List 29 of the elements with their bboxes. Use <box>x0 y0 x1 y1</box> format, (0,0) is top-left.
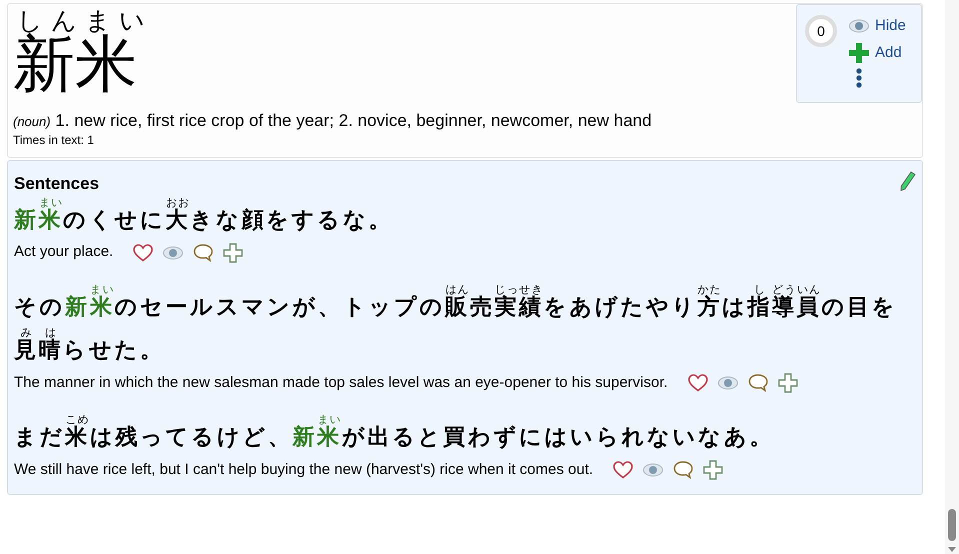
plus-icon <box>849 42 869 63</box>
eye-icon <box>849 19 869 34</box>
pencil-icon[interactable] <box>900 171 916 191</box>
plus-icon[interactable] <box>703 460 724 480</box>
heart-icon[interactable] <box>688 374 708 392</box>
eye-icon[interactable] <box>163 246 184 260</box>
japanese-sentence: まだ米 こめ は残ってるけど、新米 まい が出ると買わずにはいられないなあ。 <box>14 414 776 452</box>
times-in-text: Times in text: 1 <box>13 132 95 149</box>
more-icon[interactable] <box>856 68 862 88</box>
add-link[interactable]: Add <box>875 42 902 64</box>
speech-bubble-icon[interactable] <box>673 461 694 480</box>
section-title: Sentences <box>14 173 100 195</box>
eye-icon[interactable] <box>643 463 664 478</box>
plus-icon[interactable] <box>778 372 798 393</box>
counter: 0 <box>805 15 837 47</box>
eye-icon[interactable] <box>718 376 738 390</box>
definition: (noun) 1. new rice, first rice crop of the year; 2. novice, beginner, newcomer, new hand <box>13 112 653 131</box>
speech-bubble-icon[interactable] <box>748 374 768 392</box>
translation: We still have rice left, but I can't help buying the new (harvest's) rice when it comes out. <box>14 460 594 480</box>
translation: Act your place. <box>14 242 114 262</box>
heart-icon[interactable] <box>133 244 154 262</box>
speech-bubble-icon[interactable] <box>193 244 214 262</box>
headword: 新米 <box>13 34 137 96</box>
translation: The manner in which the new salesman made top sales level was an eye-opener to his supervisor. <box>14 372 668 393</box>
hide-link[interactable]: Hide <box>875 15 906 38</box>
heart-icon[interactable] <box>613 461 634 480</box>
japanese-sentence: 新米 まい のくせに 大 おお きな顔をするな。 <box>14 196 394 234</box>
japanese-sentence: その新米 まい のセールスマンが、トップの販 はん 売実績 じっせき をあげたやり 方 かた は指 し 導員 どういん の目を 見 み 晴 は らせた。 <box>14 284 898 364</box>
plus-icon[interactable] <box>223 242 244 263</box>
